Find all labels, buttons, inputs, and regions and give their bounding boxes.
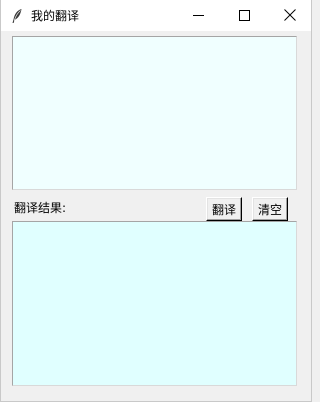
close-icon: [284, 6, 296, 25]
app-window: 我的翻译 翻译结果: 翻译 清空: [0, 0, 312, 402]
result-text-output[interactable]: [12, 221, 297, 386]
maximize-icon: [238, 6, 250, 25]
feather-icon: [10, 8, 24, 24]
close-button[interactable]: [267, 0, 313, 31]
source-text-input[interactable]: [12, 36, 297, 190]
window-title: 我的翻译: [31, 9, 80, 23]
maximize-button[interactable]: [221, 0, 267, 31]
minimize-button[interactable]: [175, 0, 221, 31]
result-label: 翻译结果:: [14, 201, 67, 215]
title-bar[interactable]: 我的翻译: [1, 0, 311, 31]
translate-button[interactable]: 翻译: [206, 197, 242, 221]
minimize-icon: [192, 6, 204, 25]
clear-button[interactable]: 清空: [252, 197, 288, 221]
